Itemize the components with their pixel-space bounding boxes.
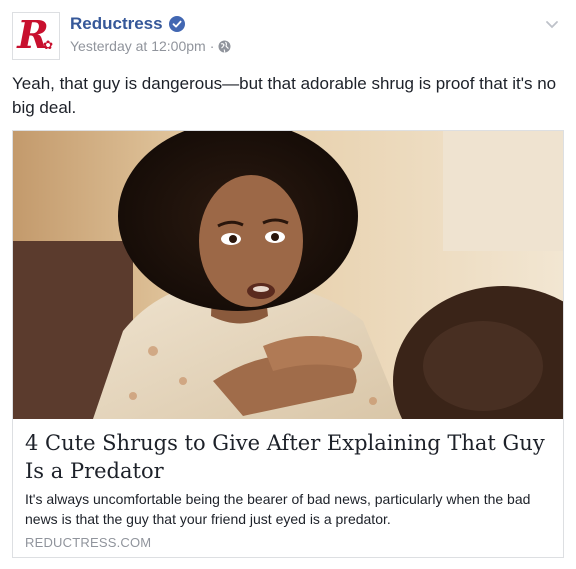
globe-icon[interactable] xyxy=(218,40,231,53)
logo-flower-icon: ✿ xyxy=(42,38,53,52)
chevron-down-icon[interactable] xyxy=(544,16,560,32)
link-card-description: It's always uncomfortable being the bear… xyxy=(25,491,531,527)
page-name-link[interactable]: Reductress xyxy=(70,14,185,34)
post-message: Yeah, that guy is dangerous—but that ado… xyxy=(12,74,557,117)
facebook-post: R ✿ Reductress Yesterday at 12:00pm · Ye… xyxy=(0,0,576,569)
link-card[interactable]: 4 Cute Shrugs to Give After Explaining T… xyxy=(12,130,564,558)
post-meta: Yesterday at 12:00pm · xyxy=(70,38,231,54)
post-header: R ✿ Reductress Yesterday at 12:00pm · xyxy=(12,12,564,62)
page-avatar[interactable]: R ✿ xyxy=(12,12,60,60)
page-name-label: Reductress xyxy=(70,14,163,33)
verified-badge-icon xyxy=(168,16,185,32)
link-card-domain: REDUCTRESS.COM xyxy=(25,535,152,550)
post-timestamp[interactable]: Yesterday at 12:00pm xyxy=(70,38,206,54)
meta-separator: · xyxy=(209,38,215,54)
link-card-image[interactable] xyxy=(13,131,563,419)
link-card-title[interactable]: 4 Cute Shrugs to Give After Explaining T… xyxy=(25,429,553,485)
